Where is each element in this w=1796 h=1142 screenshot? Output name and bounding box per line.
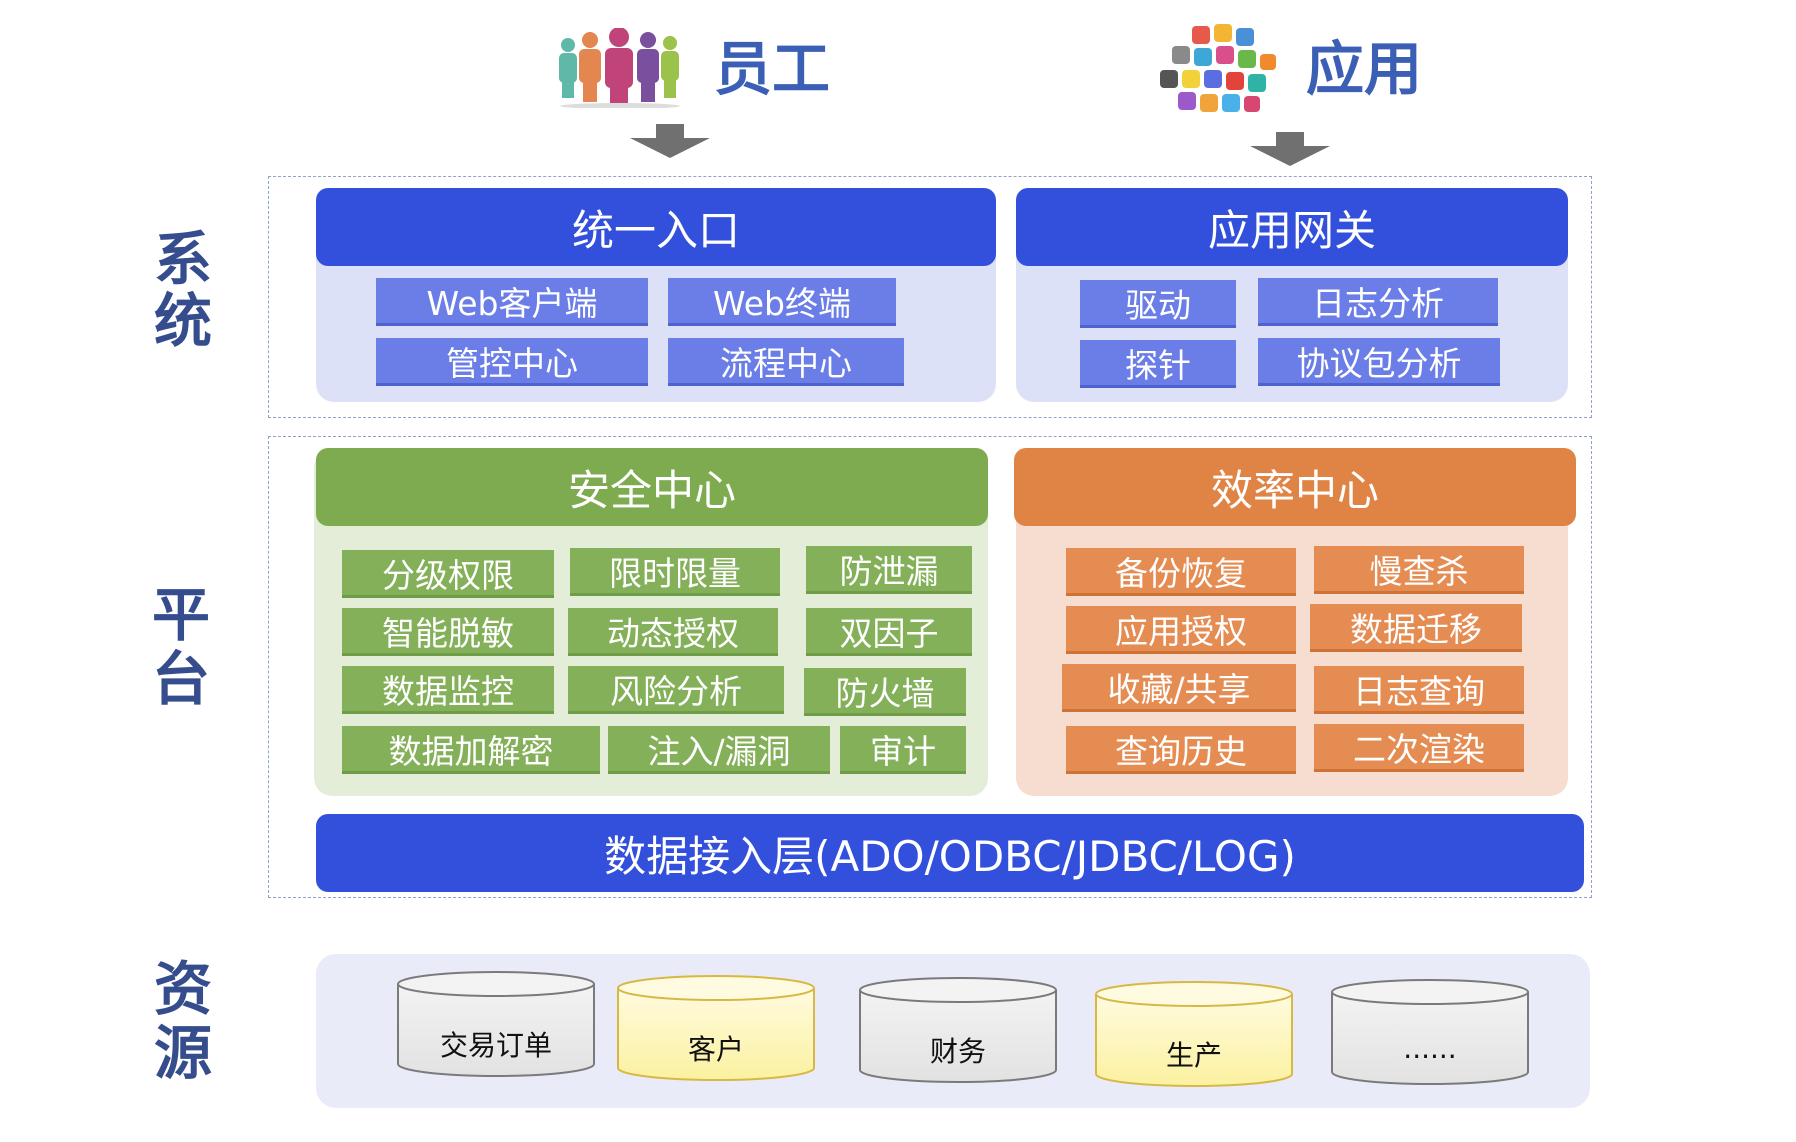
security-header: 安全中心 [316, 448, 988, 526]
resource-cylinder-more: ...... [1330, 978, 1530, 1088]
apps-arrow-down-icon [1250, 132, 1330, 166]
portal-header: 统一入口 [316, 188, 996, 266]
side-label-system-1: 系 [153, 225, 212, 293]
resource-cylinder-orders: 交易订单 [396, 970, 596, 1080]
side-label-platform-1: 平 [151, 581, 210, 649]
efficiency-item-data-migration: 数据迁移 [1310, 604, 1522, 652]
employees-group: 员工 [556, 28, 856, 108]
side-label-system-2: 统 [153, 287, 212, 355]
security-item-time-quota-limit: 限时限量 [570, 548, 780, 596]
efficiency-item-favorites-sharing: 收藏/共享 [1062, 664, 1296, 712]
security-item-data-monitoring: 数据监控 [342, 666, 554, 714]
data-access-layer: 数据接入层(ADO/ODBC/JDBC/LOG) [316, 814, 1584, 892]
side-label-resources-1: 资 [153, 955, 212, 1023]
security-item-tiered-permission: 分级权限 [342, 550, 554, 598]
resource-cylinder-production: 生产 [1094, 980, 1294, 1090]
efficiency-item-app-authorization: 应用授权 [1066, 606, 1296, 654]
app-cloud-icon [1160, 24, 1276, 112]
gateway-item-log-analysis: 日志分析 [1258, 278, 1498, 326]
efficiency-item-secondary-rendering: 二次渲染 [1314, 724, 1524, 772]
resource-cylinder-customers: 客户 [616, 974, 816, 1084]
portal-item-process-center: 流程中心 [668, 338, 904, 386]
portal-item-web-client: Web客户端 [376, 278, 648, 326]
employees-arrow-down-icon [630, 124, 710, 158]
security-item-data-encryption: 数据加解密 [342, 726, 600, 774]
portal-item-web-terminal: Web终端 [668, 278, 896, 326]
security-item-risk-analysis: 风险分析 [568, 666, 784, 714]
efficiency-item-backup-restore: 备份恢复 [1066, 548, 1296, 596]
people-icon [559, 28, 680, 108]
efficiency-item-slow-query-kill: 慢查杀 [1314, 546, 1524, 594]
gateway-item-protocol-analysis: 协议包分析 [1258, 338, 1500, 386]
security-item-injection-vulnerability: 注入/漏洞 [608, 726, 830, 774]
security-item-dynamic-authorization: 动态授权 [568, 608, 778, 656]
security-item-leak-prevention: 防泄漏 [806, 546, 972, 594]
resource-label: 客户 [687, 1033, 744, 1066]
employees-label: 员工 [714, 35, 831, 103]
resource-label: 生产 [1165, 1039, 1222, 1072]
gateway-item-probe: 探针 [1080, 340, 1236, 388]
efficiency-item-log-query: 日志查询 [1314, 666, 1524, 714]
security-item-audit: 审计 [840, 726, 966, 774]
portal-item-control-center: 管控中心 [376, 338, 648, 386]
resource-label: 财务 [929, 1035, 986, 1068]
side-label-resources-2: 源 [153, 1019, 212, 1087]
security-item-two-factor: 双因子 [806, 608, 972, 656]
apps-label: 应用 [1306, 35, 1423, 103]
security-item-firewall: 防火墙 [804, 668, 966, 716]
resource-cylinder-finance: 财务 [858, 976, 1058, 1086]
resource-label: ...... [1403, 1032, 1457, 1065]
efficiency-header: 效率中心 [1014, 448, 1576, 526]
side-label-platform-2: 台 [151, 645, 210, 713]
resource-label: 交易订单 [439, 1029, 552, 1062]
gateway-header: 应用网关 [1016, 188, 1568, 266]
gateway-item-driver: 驱动 [1080, 280, 1236, 328]
security-item-smart-masking: 智能脱敏 [342, 608, 554, 656]
efficiency-item-query-history: 查询历史 [1066, 726, 1296, 774]
apps-group: 应用 [1156, 22, 1456, 122]
